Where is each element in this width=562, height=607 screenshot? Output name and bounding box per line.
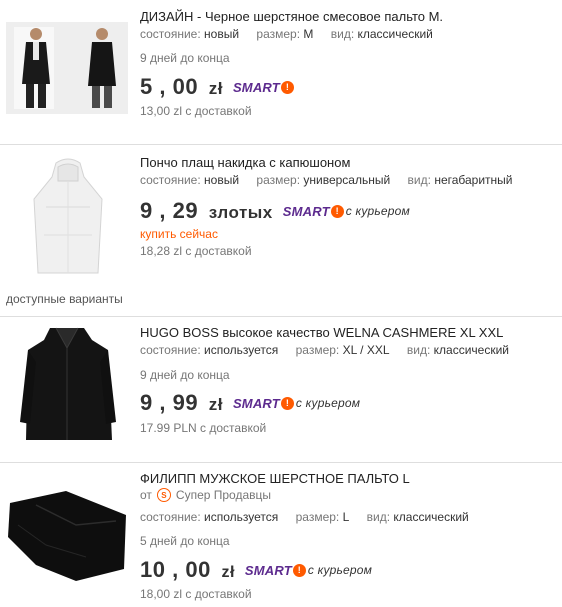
coat-photo-image — [6, 22, 128, 114]
seller-info: от S Супер Продавцы — [140, 488, 271, 502]
smart-badge: SMART ! с курьером — [233, 396, 360, 411]
price: 9 , 29 злотых — [140, 198, 273, 224]
smart-exclamation-icon: ! — [292, 563, 306, 577]
listing-item[interactable]: HUGO BOSS высокое качество WELNA CASHMER… — [0, 317, 562, 462]
price-fraction: , 99 — [159, 390, 199, 415]
time-left: 9 дней до конца — [140, 51, 230, 65]
courier-label: с курьером — [345, 204, 410, 218]
buy-now-link[interactable]: купить сейчас — [140, 227, 218, 241]
price-integer: 5 — [140, 74, 153, 99]
courier-label: с курьером — [307, 563, 373, 577]
size-label: размер: — [256, 173, 301, 187]
price-row: 9 , 99 zł SMART ! с курьером — [140, 390, 360, 416]
shipping-price: 18,28 zl с доставкой — [140, 244, 252, 258]
smart-label: SMART — [282, 203, 330, 219]
condition-label: состояние: — [140, 173, 201, 187]
smart-label: SMART — [232, 395, 280, 411]
smart-exclamation-icon: ! — [280, 396, 294, 410]
type-value: классический — [357, 27, 433, 41]
price: 9 , 99 zł — [140, 390, 223, 416]
type-value: классический — [393, 510, 469, 524]
super-seller-icon: S — [156, 488, 171, 502]
smart-badge: SMART ! — [233, 80, 294, 95]
price-fraction: , 29 — [159, 198, 199, 223]
condition-label: состояние: — [140, 343, 201, 357]
price-currency: zł — [208, 79, 223, 98]
product-thumbnail[interactable] — [6, 485, 128, 585]
size-value: L — [342, 510, 350, 524]
smart-badge: SMART ! с курьером — [283, 204, 410, 219]
size-label: размер: — [295, 510, 340, 524]
type-label: вид: — [407, 173, 431, 187]
condition-label: состояние: — [140, 510, 201, 524]
condition-value: новый — [204, 173, 240, 187]
price-currency: zł — [208, 395, 223, 414]
shipping-price: 17.99 PLN с доставкой — [140, 421, 267, 435]
product-thumbnail[interactable] — [6, 155, 128, 285]
smart-exclamation-icon: ! — [280, 80, 294, 94]
listing-item[interactable]: ДИЗАЙН - Черное шерстяное смесовое пальт… — [0, 0, 562, 144]
type-value: классический — [433, 343, 509, 357]
size-value: XL / XXL — [342, 343, 390, 357]
smart-badge: SMART ! с курьером — [245, 563, 372, 578]
price-currency: злотых — [208, 203, 273, 222]
type-value: негабаритный — [434, 173, 513, 187]
shipping-price: 13,00 zl с доставкой — [140, 104, 252, 118]
listing-attributes: состояние: используется размер: L вид: к… — [140, 510, 483, 524]
listing-attributes: состояние: используется размер: XL / XXL… — [140, 343, 523, 357]
condition-value: используется — [204, 343, 279, 357]
smart-label: SMART — [232, 79, 280, 95]
price-row: 9 , 29 злотых SMART ! с курьером — [140, 198, 410, 224]
listing-attributes: состояние: новый размер: M вид: классиче… — [140, 27, 447, 41]
size-label: размер: — [295, 343, 340, 357]
product-thumbnail[interactable] — [6, 22, 128, 114]
coat-photo-image — [6, 485, 128, 585]
listing-item[interactable]: Пончо плащ накидка с капюшоном состояние… — [0, 145, 562, 316]
condition-label: состояние: — [140, 27, 201, 41]
condition-value: новый — [204, 27, 240, 41]
listing-title[interactable]: Пончо плащ накидка с капюшоном — [140, 155, 350, 170]
price: 10 , 00 zł — [140, 557, 235, 583]
listing-attributes: состояние: новый размер: универсальный в… — [140, 173, 527, 187]
price-integer: 9 — [140, 198, 153, 223]
price-fraction: , 00 — [159, 74, 199, 99]
seller-name[interactable]: Супер Продавцы — [176, 488, 271, 502]
poncho-photo-image — [6, 155, 128, 285]
type-label: вид: — [406, 343, 431, 357]
condition-value: используется — [204, 510, 279, 524]
seller-prefix: от — [140, 488, 152, 502]
type-label: вид: — [366, 510, 391, 524]
available-variants-link[interactable]: доступные варианты — [6, 292, 123, 306]
type-label: вид: — [330, 27, 355, 41]
time-left: 9 дней до конца — [140, 368, 230, 382]
courier-label: с курьером — [295, 396, 361, 410]
price: 5 , 00 zł — [140, 74, 223, 100]
price-integer: 9 — [140, 390, 153, 415]
listing-item[interactable]: ФИЛИПП МУЖСКОЕ ШЕРСТНОЕ ПАЛЬТО L от S Су… — [0, 463, 562, 607]
size-value: M — [303, 27, 314, 41]
price-row: 10 , 00 zł SMART ! с курьером — [140, 557, 372, 583]
time-left: 5 дней до конца — [140, 534, 230, 548]
size-label: размер: — [256, 27, 301, 41]
shipping-price: 18,00 zl с доставкой — [140, 587, 252, 601]
listing-title[interactable]: ФИЛИПП МУЖСКОЕ ШЕРСТНОЕ ПАЛЬТО L — [140, 471, 410, 486]
smart-label: SMART — [244, 562, 292, 578]
product-thumbnail[interactable] — [6, 322, 128, 450]
price-row: 5 , 00 zł SMART ! — [140, 74, 294, 100]
coat-photo-image — [6, 322, 128, 450]
price-currency: zł — [221, 564, 235, 581]
listing-title[interactable]: ДИЗАЙН - Черное шерстяное смесовое пальт… — [140, 9, 443, 24]
price-fraction: , 00 — [172, 557, 211, 582]
price-integer: 10 — [140, 557, 166, 582]
smart-exclamation-icon: ! — [330, 204, 344, 218]
listing-title[interactable]: HUGO BOSS высокое качество WELNA CASHMER… — [140, 325, 503, 340]
size-value: универсальный — [303, 173, 391, 187]
